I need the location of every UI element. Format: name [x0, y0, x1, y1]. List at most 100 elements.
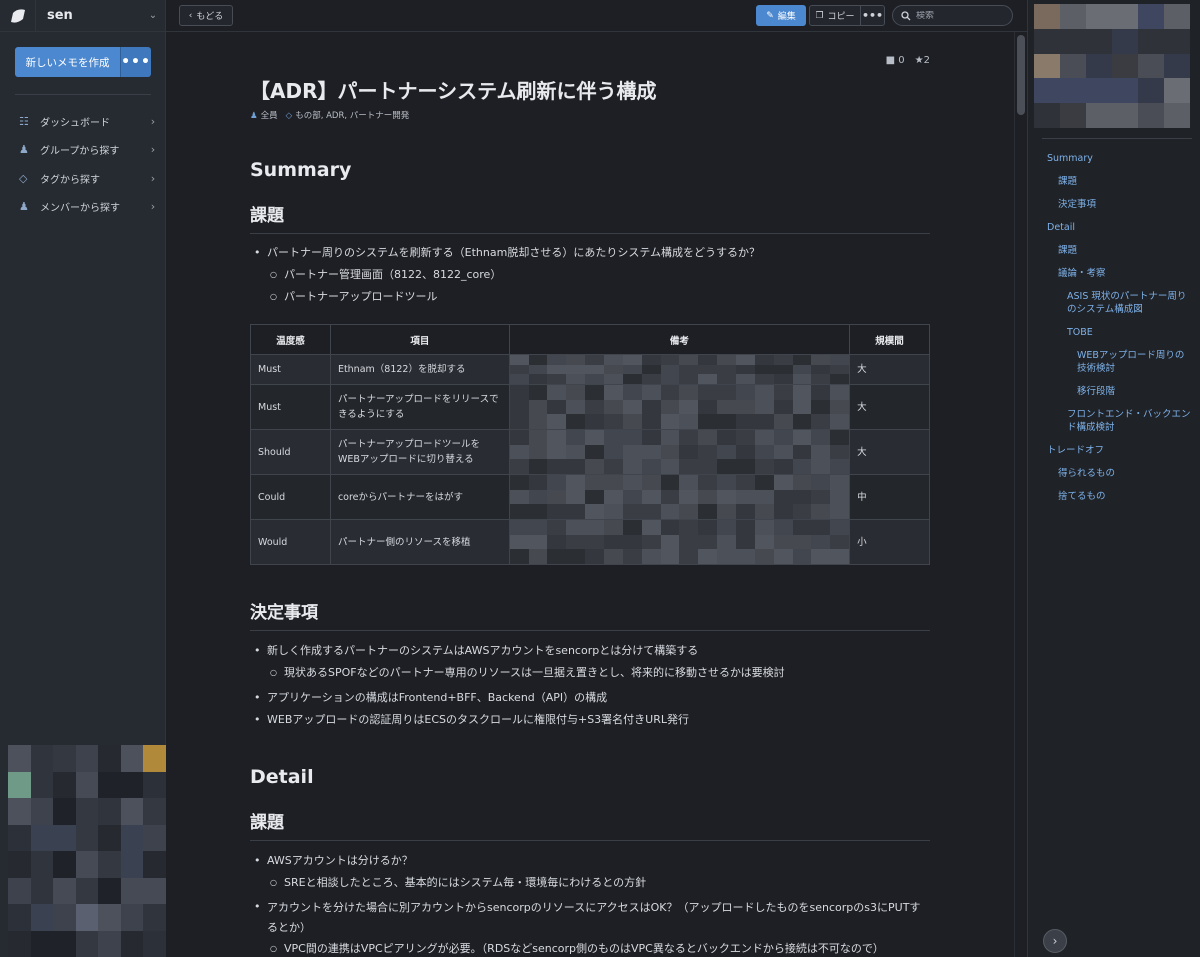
detail-issue-list: AWSアカウントは分けるか？ SREと相談したところ、基本的にはシステム毎・環境… [250, 850, 930, 957]
mosaic-tile [698, 385, 718, 400]
toc-item-detail[interactable]: Detail [1047, 221, 1192, 234]
mosaic-tile [547, 355, 567, 365]
memo-group[interactable]: ♟ 全員 [250, 109, 278, 121]
toc-item-web-upload[interactable]: WEBアップロード周りの技術検討 [1077, 349, 1192, 375]
mosaic-tile [98, 851, 121, 878]
mosaic-tile [1034, 53, 1060, 79]
mosaic-tile [811, 534, 831, 550]
mosaic-tile [735, 549, 755, 564]
mosaic-tile [830, 364, 849, 375]
chevron-down-icon[interactable]: ⌄ [141, 10, 165, 21]
mosaic-tile [830, 549, 849, 564]
mosaic-tile [792, 459, 812, 474]
mosaic-tile [585, 364, 604, 375]
redacted-note [508, 354, 851, 385]
mosaic-tile [1138, 28, 1164, 54]
mosaic-tile [679, 534, 699, 550]
sidebar-item-tags[interactable]: ◇ タグから探す › [0, 164, 166, 193]
list-item: 新しく作成するパートナーのシステムはAWSアカウントをsencorpとは分けて構… [250, 640, 930, 662]
mosaic-tile [120, 798, 144, 825]
mosaic-tile [1138, 103, 1164, 128]
toc-item-tobe[interactable]: TOBE [1067, 326, 1192, 339]
app-logo-icon[interactable] [0, 0, 36, 32]
mosaic-tile [603, 364, 623, 375]
copy-button-label: コピー [827, 12, 855, 22]
mosaic-tile [566, 534, 586, 550]
memo-tag-list[interactable]: ◇ もの部, ADR, パートナー開発 [286, 109, 410, 121]
toc-item-issue[interactable]: 課題 [1058, 175, 1192, 188]
mosaic-tile [622, 489, 642, 505]
mosaic-tile [143, 930, 166, 957]
mosaic-tile [603, 475, 623, 490]
edit-button[interactable]: ✎ 編集 [756, 5, 806, 26]
mosaic-tile [811, 520, 831, 535]
mosaic-tile [717, 364, 736, 375]
team-name[interactable]: sen [36, 8, 141, 23]
search-input[interactable] [916, 10, 1006, 21]
mosaic-tile [98, 904, 121, 931]
mosaic-tile [143, 824, 166, 851]
toc-item-tradeoff[interactable]: トレードオフ [1047, 444, 1192, 457]
scrollbar-track[interactable] [1014, 32, 1027, 957]
mosaic-tile [830, 534, 849, 550]
back-button[interactable]: ‹ もどる [179, 5, 233, 26]
list-item: パートナーアップロードツール [250, 286, 930, 308]
mosaic-tile [660, 489, 680, 505]
copy-button[interactable]: ❐ コピー [810, 6, 860, 25]
mosaic-tile [679, 475, 699, 490]
table-row: Would パートナー側のリソースを移植 小 [250, 519, 930, 565]
mosaic-tile [547, 489, 567, 505]
toc-item-gains[interactable]: 得られるもの [1058, 467, 1192, 480]
toc-item-discussion[interactable]: 議論・考察 [1058, 267, 1192, 280]
star-count[interactable]: ★2 [915, 55, 930, 66]
table-cell-priority: Must [250, 384, 331, 430]
mosaic-tile [660, 534, 680, 550]
mosaic-tile [622, 414, 642, 429]
mosaic-tile [811, 549, 831, 564]
mosaic-tile [811, 430, 831, 445]
sidebar-item-members[interactable]: ♟ メンバーから探す › [0, 193, 166, 222]
mosaic-tile [698, 520, 718, 535]
team-switcher[interactable]: sen ⌄ [0, 0, 165, 32]
sidebar-item-dashboard[interactable]: ☷ ダッシュボード › [0, 107, 166, 136]
decision-list: 新しく作成するパートナーのシステムはAWSアカウントをsencorpとは分けて構… [250, 640, 930, 731]
mosaic-tile [1112, 4, 1138, 29]
mosaic-tile [773, 534, 793, 550]
mosaic-tile [585, 475, 604, 490]
toc-item-frontend-backend[interactable]: フロントエンド・バックエンド構成検討 [1067, 408, 1192, 434]
toc-item-migration[interactable]: 移行段階 [1077, 385, 1192, 398]
star-icon: ★ [914, 55, 924, 66]
sidebar-nav: ☷ ダッシュボード › ♟ グループから探す › ◇ タグから探す › ♟ メン… [0, 107, 166, 221]
chevron-left-icon: ‹ [188, 10, 193, 21]
mosaic-tile [830, 430, 849, 445]
mosaic-tile [120, 745, 144, 772]
comment-count[interactable]: ■ 0 [886, 55, 905, 66]
more-actions-button[interactable]: ••• [860, 6, 884, 25]
toolbar: ‹ もどる ✎ 編集 ❐ コピー ••• [166, 0, 1027, 32]
edit-icon: ✎ [766, 10, 774, 21]
mosaic-tile [641, 475, 661, 490]
scrollbar-thumb[interactable] [1017, 35, 1025, 115]
toc-item-detail-issue[interactable]: 課題 [1058, 244, 1192, 257]
mosaic-tile [811, 399, 831, 415]
new-memo-button[interactable]: 新しいメモを作成 [15, 47, 120, 77]
new-memo-group: 新しいメモを作成 ••• [15, 47, 151, 77]
mosaic-tile [1138, 4, 1164, 29]
toc-item-asis[interactable]: ASIS 現状のパートナー周りのシステム構成図 [1067, 290, 1192, 316]
toc-item-losses[interactable]: 捨てるもの [1058, 490, 1192, 503]
mosaic-tile [30, 930, 54, 957]
mosaic-tile [641, 414, 661, 429]
toc-item-summary[interactable]: Summary [1047, 152, 1192, 165]
mosaic-tile [754, 374, 774, 384]
new-memo-more-button[interactable]: ••• [120, 47, 151, 77]
mosaic-tile [1112, 103, 1138, 128]
mosaic-tile [754, 355, 774, 365]
toggle-panel-button[interactable]: › [1043, 929, 1067, 953]
mosaic-tile [8, 745, 31, 772]
mosaic-tile [641, 549, 661, 564]
toc-item-decision[interactable]: 決定事項 [1058, 198, 1192, 211]
mosaic-tile [603, 374, 623, 384]
sidebar-item-groups[interactable]: ♟ グループから探す › [0, 136, 166, 165]
mosaic-tile [603, 430, 623, 445]
mosaic-tile [679, 504, 699, 519]
